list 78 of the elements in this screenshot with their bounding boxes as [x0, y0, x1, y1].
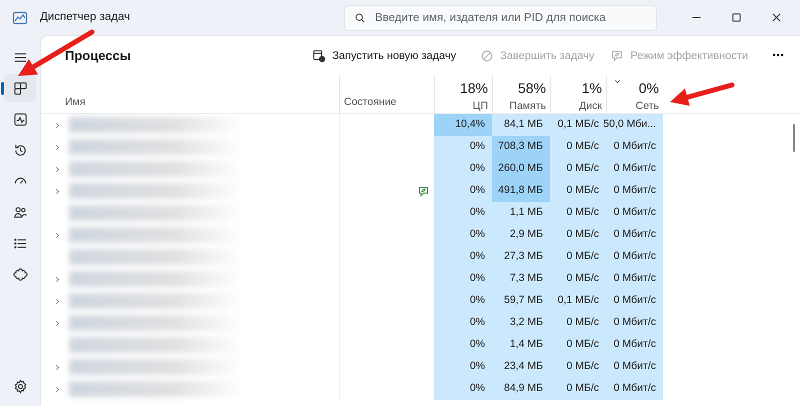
table-cell: 0 МБ/с — [550, 202, 606, 224]
table-cell: 50,0 Мби... — [606, 114, 663, 136]
annotation-arrow — [670, 82, 734, 106]
search-field[interactable]: Введите имя, издателя или PID для поиска — [344, 4, 657, 30]
table-cell: 7,3 МБ — [492, 268, 550, 290]
table-cell: 0% — [434, 268, 492, 290]
table-cell: 708,3 МБ — [492, 136, 550, 158]
table-cell: 0% — [434, 312, 492, 334]
table-cell: 0% — [434, 334, 492, 356]
table-cell: 0% — [434, 356, 492, 378]
close-icon[interactable] — [770, 11, 782, 24]
table-cell: 260,0 МБ — [492, 158, 550, 180]
table-cell: 0 Мбит/с — [606, 246, 663, 268]
table-cell: 0 Мбит/с — [606, 356, 663, 378]
column-header[interactable]: 18% ЦП — [434, 76, 492, 113]
scrollbar-thumb[interactable] — [793, 124, 795, 152]
window-title: Диспетчер задач — [40, 10, 130, 25]
prohibited-icon — [480, 49, 494, 63]
table-cell: 10,4% — [434, 114, 492, 136]
table-cell: 0 МБ/с — [550, 378, 606, 400]
settings-icon — [12, 378, 28, 394]
table-cell: 0 МБ/с — [550, 246, 606, 268]
table-cell: 0 Мбит/с — [606, 334, 663, 356]
table-cell: 0 Мбит/с — [606, 290, 663, 312]
table-cell: 0% — [434, 290, 492, 312]
column-header[interactable]: Состояние — [339, 76, 434, 113]
table-cell: 0,1 МБ/с — [550, 290, 606, 312]
table-cell: 0 Мбит/с — [606, 312, 663, 334]
list-icon — [12, 236, 28, 250]
processes-nav-button[interactable] — [4, 74, 36, 102]
table-cell: 0% — [434, 224, 492, 246]
table-cell: 0% — [434, 202, 492, 224]
more-button[interactable]: ··· — [764, 40, 792, 72]
table-cell: 0 МБ/с — [550, 158, 606, 180]
table-cell: 0 Мбит/с — [606, 158, 663, 180]
table-cell: 0 Мбит/с — [606, 136, 663, 158]
column-header[interactable]: Имя — [41, 76, 339, 113]
table-cell: 0 МБ/с — [550, 268, 606, 290]
table-cell: 0% — [434, 158, 492, 180]
processes-icon — [12, 80, 28, 96]
table-cell: 0% — [434, 246, 492, 268]
table-cell: 0% — [434, 136, 492, 158]
column-header[interactable]: 1% Диск — [550, 76, 606, 113]
leaf-icon — [610, 49, 624, 63]
table-cell: 0 МБ/с — [550, 356, 606, 378]
table-cell: 0 Мбит/с — [606, 268, 663, 290]
table-cell: 0% — [434, 180, 492, 202]
table-cell: 84,9 МБ — [492, 378, 550, 400]
column-header[interactable]: 58% Память — [492, 76, 550, 113]
table-cell: 59,7 МБ — [492, 290, 550, 312]
table-cell: 0 Мбит/с — [606, 378, 663, 400]
history-icon — [12, 142, 28, 158]
table-cell: 0 МБ/с — [550, 136, 606, 158]
table-cell: 0 Мбит/с — [606, 180, 663, 202]
table-cell: 0% — [434, 378, 492, 400]
table-cell: 0 МБ/с — [550, 334, 606, 356]
table-cell: 3,2 МБ — [492, 312, 550, 334]
table-cell: 0 Мбит/с — [606, 202, 663, 224]
table-cell: 1,4 МБ — [492, 334, 550, 356]
column-header[interactable]: 0% Сеть — [606, 76, 663, 113]
page-title: Процессы — [64, 47, 131, 66]
table-cell: 0 МБ/с — [550, 180, 606, 202]
table-cell: 0 Мбит/с — [606, 224, 663, 246]
table-cell: 27,3 МБ — [492, 246, 550, 268]
performance-icon — [12, 112, 28, 126]
table-cell: 1,1 МБ — [492, 202, 550, 224]
new-task-icon — [312, 49, 326, 63]
maximize-icon[interactable] — [730, 11, 742, 24]
toolbar-button[interactable]: Запустить новую задачу — [304, 44, 464, 68]
table-cell: 23,4 МБ — [492, 356, 550, 378]
search-icon — [354, 12, 366, 24]
table-cell: 2,9 МБ — [492, 224, 550, 246]
table-cell: 0 МБ/с — [550, 312, 606, 334]
table-cell: 0 МБ/с — [550, 224, 606, 246]
app-icon — [12, 10, 28, 26]
table-cell: 491,8 МБ — [492, 180, 550, 202]
users-icon — [12, 204, 28, 220]
table-cell: 84,1 МБ — [492, 114, 550, 136]
